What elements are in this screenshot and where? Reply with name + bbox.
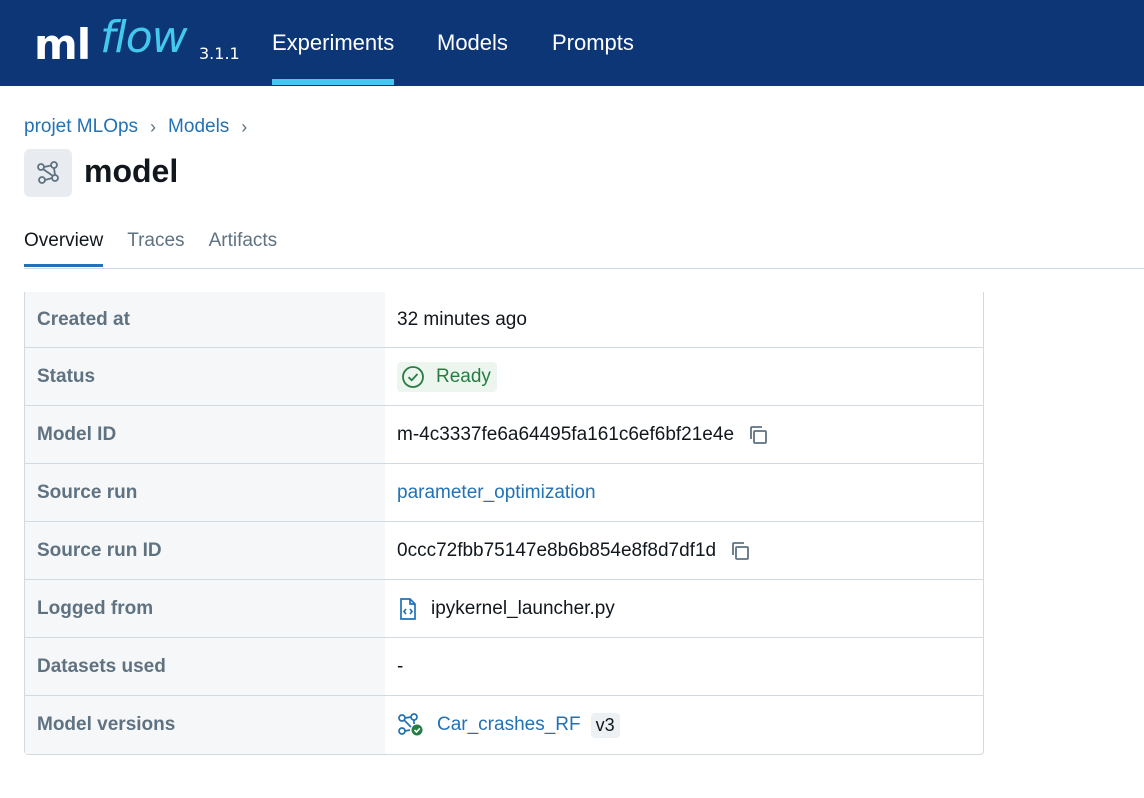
status-badge: Ready (397, 361, 497, 392)
row-key: Status (25, 348, 385, 405)
row-value: m-4c3337fe6a64495fa161c6ef6bf21e4e (385, 406, 983, 463)
row-key: Source run (25, 464, 385, 521)
breadcrumb-models[interactable]: Models (168, 116, 229, 138)
row-key: Datasets used (25, 638, 385, 695)
datasets-used-value: - (397, 655, 404, 677)
table-row: Model versions Car_crashes_RF v3 (25, 696, 983, 754)
code-file-icon (397, 597, 419, 621)
nav-models[interactable]: Models (437, 30, 508, 56)
logged-from-value: ipykernel_launcher.py (431, 597, 615, 619)
top-navigation-bar: ml flow 3.1.1 Experiments Models Prompts (0, 0, 1144, 86)
row-key: Model ID (25, 406, 385, 463)
model-details-table: Created at 32 minutes ago Status Ready M… (24, 292, 984, 755)
row-value: Ready (385, 348, 983, 405)
table-row: Logged from ipykernel_launcher.py (25, 580, 983, 638)
version-label: 3.1.1 (199, 44, 240, 63)
copy-icon[interactable] (747, 424, 769, 446)
model-version-link[interactable]: Car_crashes_RF (437, 714, 581, 736)
tabs-divider (24, 268, 1144, 269)
model-icon (24, 149, 72, 197)
status-text: Ready (436, 365, 491, 387)
tab-artifacts[interactable]: Artifacts (209, 230, 278, 264)
tab-overview[interactable]: Overview (24, 230, 104, 267)
logo-flow-text: flow (100, 12, 188, 63)
table-row: Datasets used - (25, 638, 983, 696)
row-value: - (385, 638, 983, 695)
version-tag: v3 (590, 712, 620, 738)
logo-ml-text: ml (34, 20, 91, 69)
table-row: Source run ID 0ccc72fbb75147e8b6b854e8f8… (25, 522, 983, 580)
nav-experiments[interactable]: Experiments (272, 30, 395, 85)
registered-model-icon (397, 713, 425, 737)
model-id-value: m-4c3337fe6a64495fa161c6ef6bf21e4e (397, 423, 735, 445)
breadcrumb: projet MLOps › Models › (24, 116, 259, 138)
tab-traces[interactable]: Traces (127, 230, 184, 264)
source-run-link[interactable]: parameter_optimization (397, 482, 596, 504)
copy-icon[interactable] (729, 540, 751, 562)
table-row: Model ID m-4c3337fe6a64495fa161c6ef6bf21… (25, 406, 983, 464)
tab-bar: Overview Traces Artifacts (24, 230, 301, 267)
source-run-id-value: 0ccc72fbb75147e8b6b854e8f8d7df1d (397, 539, 717, 561)
row-key: Model versions (25, 696, 385, 754)
created-at-value: 32 minutes ago (397, 308, 527, 330)
row-value: Car_crashes_RF v3 (385, 696, 983, 754)
row-value: parameter_optimization (385, 464, 983, 521)
breadcrumb-experiment[interactable]: projet MLOps (24, 116, 138, 138)
row-key: Created at (25, 292, 385, 347)
nav-prompts[interactable]: Prompts (552, 30, 634, 56)
row-key: Logged from (25, 580, 385, 637)
chevron-right-icon: › (241, 116, 248, 137)
row-value: 32 minutes ago (385, 292, 983, 347)
chevron-right-icon: › (150, 116, 157, 137)
table-row: Status Ready (25, 348, 983, 406)
table-row: Created at 32 minutes ago (25, 292, 983, 348)
row-value: ipykernel_launcher.py (385, 580, 983, 637)
check-circle-icon (402, 365, 424, 388)
row-key: Source run ID (25, 522, 385, 579)
table-row: Source run parameter_optimization (25, 464, 983, 522)
page-title: model (84, 153, 179, 189)
row-value: 0ccc72fbb75147e8b6b854e8f8d7df1d (385, 522, 983, 579)
